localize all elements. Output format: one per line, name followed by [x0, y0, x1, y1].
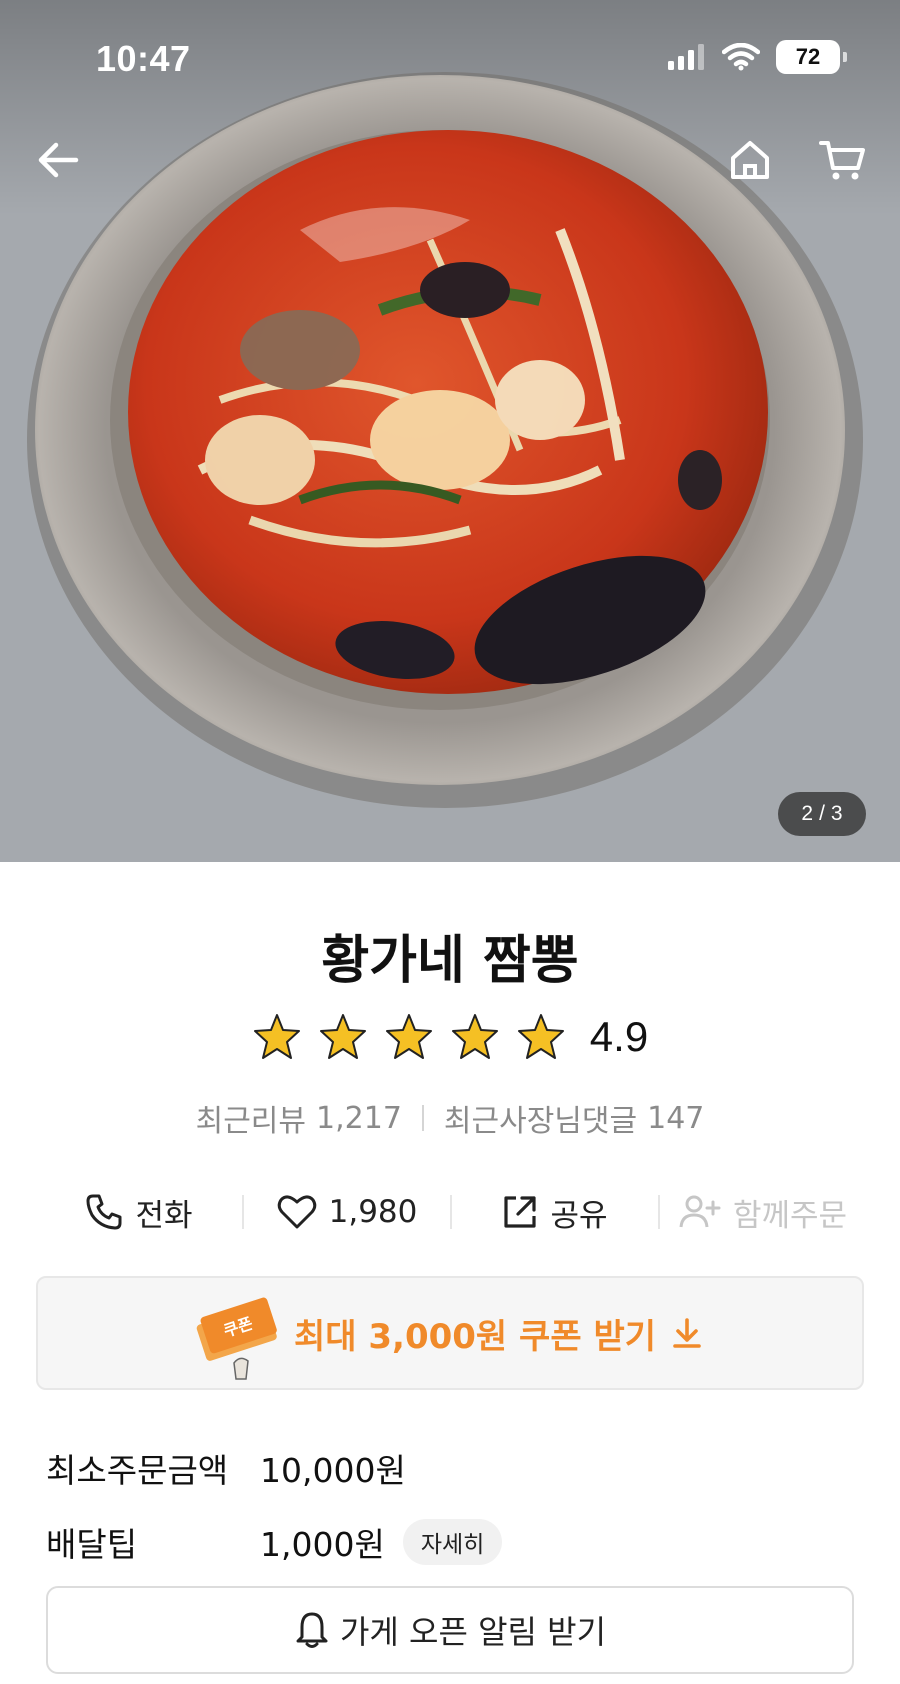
store-name: 황가네 짬뽕: [321, 931, 579, 991]
cellular-signal-icon: [668, 44, 704, 70]
call-button[interactable]: 전화: [36, 1190, 242, 1235]
home-icon: [731, 141, 769, 179]
share-label: 공유: [550, 1197, 608, 1234]
min-order-row: 최소주문금액 10,000원: [46, 1444, 406, 1492]
call-label: 전화: [135, 1197, 193, 1234]
store-action-bar: 전화 1,980 공유 함께주문: [36, 1180, 866, 1244]
rating-row: 4.9: [0, 1012, 900, 1062]
recent-reviews-count: 1,217: [316, 1100, 402, 1136]
delivery-tip-label: 배달팁: [46, 1525, 138, 1564]
star-icon: [385, 1014, 432, 1059]
group-order-button[interactable]: 함께주문: [660, 1190, 866, 1235]
review-stats[interactable]: 최근리뷰 1,217 최근사장님댓글 147: [0, 1096, 900, 1140]
min-order-value: 10,000원: [260, 1451, 406, 1490]
group-order-label: 함께주문: [732, 1197, 848, 1234]
divider: [421, 1105, 424, 1131]
wifi-icon: [722, 43, 760, 71]
star-icon: [517, 1014, 564, 1059]
battery-indicator: 72: [776, 40, 847, 74]
delivery-tip-row: 배달팁 1,000원 자세히: [46, 1518, 503, 1566]
share-icon: [504, 1196, 537, 1228]
photo-index-separator: /: [819, 802, 825, 825]
share-button[interactable]: 공유: [452, 1190, 658, 1235]
phone-icon: [86, 1194, 122, 1230]
battery-level: 72: [795, 44, 821, 69]
min-order-label: 최소주문금액: [46, 1451, 229, 1490]
delivery-tip-value: 1,000원: [260, 1525, 385, 1564]
cart-button[interactable]: [812, 130, 872, 190]
star-icon: [319, 1014, 366, 1059]
likes-count: 1,980: [328, 1194, 418, 1230]
rating-value: 4.9: [589, 1013, 649, 1060]
store-photo-carousel[interactable]: 10:47 72 2 / 3: [0, 0, 900, 862]
delivery-tip-detail-button[interactable]: 자세히: [402, 1519, 503, 1565]
add-person-icon: [679, 1195, 721, 1228]
owner-replies-label: 최근사장님댓글: [443, 1104, 638, 1139]
star-icon: [451, 1014, 498, 1059]
coupon-download-button[interactable]: 쿠폰 최대 3,000원 쿠폰 받기: [36, 1276, 864, 1390]
star-icon: [253, 1014, 300, 1059]
home-button[interactable]: [720, 130, 780, 190]
open-alert-label: 가게 오픈 알림 받기: [339, 1613, 607, 1651]
owner-replies-count: 147: [647, 1100, 705, 1136]
recent-reviews-label: 최근리뷰: [195, 1104, 307, 1139]
coupon-ticket-icon: 쿠폰: [196, 1297, 277, 1380]
back-button[interactable]: [28, 130, 88, 190]
bell-icon: [296, 1612, 328, 1648]
total-photo-count: 3: [830, 802, 843, 825]
cart-icon: [819, 141, 865, 180]
status-icons: 72: [668, 40, 847, 74]
photo-page-indicator: 2 / 3: [778, 792, 866, 836]
heart-icon: [277, 1195, 316, 1229]
download-arrow-icon: [673, 1318, 701, 1348]
current-photo-index: 2: [801, 802, 814, 825]
arrow-left-icon: [38, 142, 79, 178]
status-bar: 10:47 72: [0, 0, 900, 110]
coupon-label: 최대 3,000원 쿠폰 받기: [293, 1316, 656, 1357]
status-time: 10:47: [96, 38, 191, 79]
store-open-alert-button[interactable]: 가게 오픈 알림 받기: [46, 1586, 854, 1674]
like-button[interactable]: 1,980: [244, 1194, 450, 1230]
